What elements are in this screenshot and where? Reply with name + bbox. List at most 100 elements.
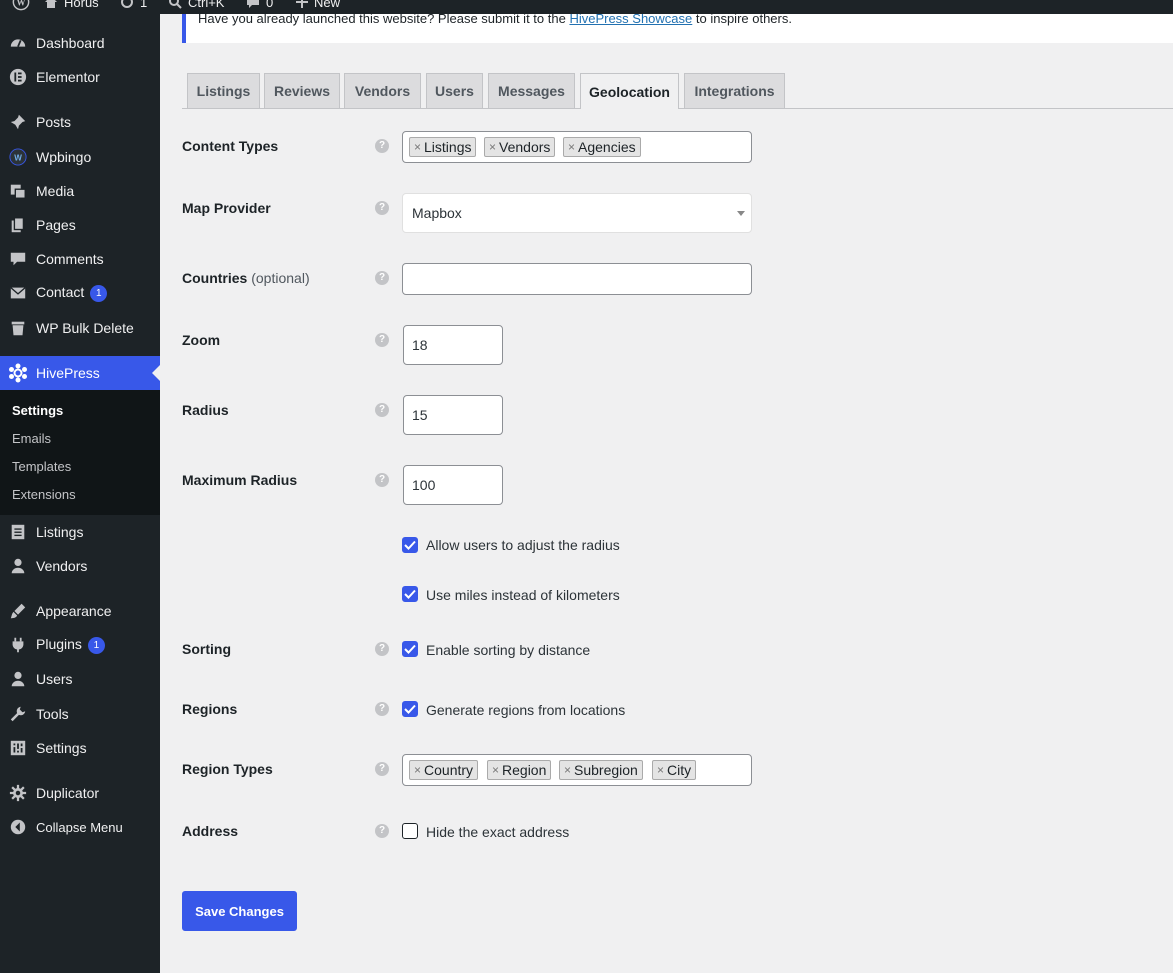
sidebar-item-users[interactable]: Users — [0, 668, 160, 690]
search-shortcut: Ctrl+K — [188, 0, 225, 10]
chip-remove-icon[interactable]: × — [414, 763, 421, 777]
sidebar-item-plugins[interactable]: Plugins 1 — [0, 634, 160, 656]
radius-input[interactable] — [403, 395, 503, 435]
svg-text:W: W — [14, 154, 22, 163]
collapse-icon — [8, 817, 28, 837]
chip-remove-icon[interactable]: × — [489, 140, 496, 154]
sidebar-item-label: Dashboard — [36, 35, 105, 51]
updates-count: 1 — [140, 0, 148, 10]
hivepress-submenu: Settings Emails Templates Extensions — [0, 390, 160, 515]
submenu-item-extensions[interactable]: Extensions — [12, 487, 76, 502]
sidebar-item-label: WP Bulk Delete — [36, 320, 134, 336]
wordpress-logo-icon[interactable]: W — [12, 0, 30, 13]
allow-adjust-radius-checkbox[interactable] — [402, 537, 418, 553]
chip-label: Agencies — [578, 139, 636, 155]
collapse-menu-button[interactable]: Collapse Menu — [0, 816, 160, 838]
new-content-link[interactable]: New — [296, 0, 340, 13]
sidebar-item-duplicator[interactable]: Duplicator — [0, 782, 160, 804]
chip-label: Region — [502, 762, 547, 778]
sidebar-item-pages[interactable]: Pages — [0, 214, 160, 236]
radius-help-icon[interactable]: ? — [375, 403, 389, 417]
sidebar-item-label: Settings — [36, 740, 87, 756]
site-name: Horus — [64, 0, 99, 10]
enable-sorting-checkbox[interactable] — [402, 641, 418, 657]
chevron-down-icon — [737, 211, 745, 216]
address-help-icon[interactable]: ? — [375, 824, 389, 838]
command-palette-link[interactable]: Ctrl+K — [168, 0, 224, 13]
chip-remove-icon[interactable]: × — [564, 763, 571, 777]
region-types-help-icon[interactable]: ? — [375, 762, 389, 776]
tab-reviews[interactable]: Reviews — [264, 73, 340, 108]
submenu-item-settings[interactable]: Settings — [12, 403, 63, 418]
save-changes-button[interactable]: Save Changes — [182, 891, 297, 931]
chip-agencies: × Agencies — [563, 137, 641, 157]
sorting-help-icon[interactable]: ? — [375, 642, 389, 656]
map-provider-select[interactable]: Mapbox — [402, 193, 752, 233]
chip-remove-icon[interactable]: × — [414, 140, 421, 154]
zoom-input[interactable] — [403, 325, 503, 365]
checkmark-icon — [404, 644, 416, 654]
chip-remove-icon[interactable]: × — [657, 763, 664, 777]
submenu-item-emails[interactable]: Emails — [12, 431, 51, 446]
use-miles-checkbox[interactable] — [402, 586, 418, 602]
chip-remove-icon[interactable]: × — [492, 763, 499, 777]
sidebar-item-listings[interactable]: Listings — [0, 521, 160, 543]
sidebar-item-wpbingo[interactable]: W Wpbingo — [0, 146, 160, 168]
tab-messages[interactable]: Messages — [488, 73, 575, 108]
sidebar-item-label: HivePress — [36, 365, 100, 381]
new-label: New — [314, 0, 341, 10]
updates-link[interactable]: 1 — [120, 0, 147, 13]
sidebar-item-label: Users — [36, 671, 73, 687]
comments-count: 0 — [266, 0, 274, 10]
chip-label: City — [667, 762, 692, 778]
submenu-item-templates[interactable]: Templates — [12, 459, 71, 474]
map-provider-help-icon[interactable]: ? — [375, 201, 389, 215]
tab-vendors[interactable]: Vendors — [344, 73, 421, 108]
address-label: Address — [182, 823, 239, 839]
generate-regions-checkbox[interactable] — [402, 701, 418, 717]
countries-select[interactable] — [402, 263, 752, 295]
sidebar-item-label: Elementor — [36, 69, 100, 85]
sidebar-item-hivepress[interactable]: HivePress — [0, 356, 160, 390]
sidebar-item-media[interactable]: Media — [0, 180, 160, 202]
tab-integrations[interactable]: Integrations — [684, 73, 785, 108]
sidebar-item-settings[interactable]: Settings — [0, 737, 160, 759]
sidebar-item-label: Tools — [36, 706, 69, 722]
maximum-radius-input[interactable] — [403, 465, 503, 505]
tab-geolocation[interactable]: Geolocation — [580, 73, 679, 109]
sidebar-item-dashboard[interactable]: Dashboard — [0, 32, 160, 54]
sidebar-item-contact[interactable]: Contact 1 — [0, 282, 160, 304]
admin-bar: W Horus 1 Ctrl+K 0 New — [0, 0, 1173, 14]
sidebar-item-posts[interactable]: Posts — [0, 111, 160, 133]
mail-icon — [8, 283, 28, 303]
maximum-radius-help-icon[interactable]: ? — [375, 473, 389, 487]
pin-icon — [8, 112, 28, 132]
search-icon — [168, 0, 182, 9]
trash-icon — [8, 318, 28, 338]
sidebar-item-tools[interactable]: Tools — [0, 703, 160, 725]
countries-help-icon[interactable]: ? — [375, 271, 389, 285]
zoom-help-icon[interactable]: ? — [375, 333, 389, 347]
regions-help-icon[interactable]: ? — [375, 702, 389, 716]
chip-remove-icon[interactable]: × — [568, 140, 575, 154]
sidebar-item-vendors[interactable]: Vendors — [0, 555, 160, 577]
tab-users[interactable]: Users — [426, 73, 483, 108]
site-name-link[interactable]: Horus — [44, 0, 99, 13]
sidebar-item-appearance[interactable]: Appearance — [0, 600, 160, 622]
chip-country: × Country — [409, 760, 479, 780]
chip-subregion: × Subregion — [559, 760, 643, 780]
tab-listings[interactable]: Listings — [187, 73, 260, 108]
sidebar-item-wp-bulk-delete[interactable]: WP Bulk Delete — [0, 317, 160, 339]
duplicator-icon — [8, 783, 28, 803]
contact-count-badge: 1 — [90, 284, 108, 302]
content-types-select[interactable]: × Listings × Vendors × Agencies — [402, 131, 752, 163]
content-types-help-icon[interactable]: ? — [375, 139, 389, 153]
sidebar-item-elementor[interactable]: Elementor — [0, 66, 160, 88]
refresh-icon — [120, 0, 134, 9]
comments-link[interactable]: 0 — [246, 0, 273, 13]
sidebar-item-comments[interactable]: Comments — [0, 248, 160, 270]
hide-exact-address-checkbox[interactable] — [402, 823, 418, 839]
chip-label: Listings — [424, 139, 472, 155]
region-types-select[interactable]: × Country × Region × Subregion × City — [402, 754, 752, 786]
hivepress-showcase-link[interactable]: HivePress Showcase — [569, 14, 692, 26]
